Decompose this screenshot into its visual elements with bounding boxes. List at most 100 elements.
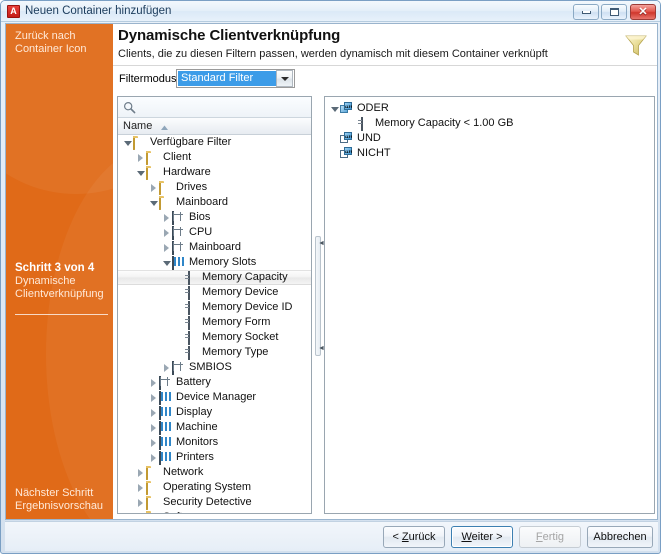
expander-expanded-icon[interactable] bbox=[161, 255, 172, 271]
tree-node[interactable]: Memory Capacity < 1.00 GB bbox=[325, 116, 654, 131]
expander-collapsed-icon[interactable] bbox=[135, 510, 146, 513]
logic-not-icon bbox=[340, 147, 354, 160]
sidebar-next-step: Nächster Schritt Ergebnisvorschau bbox=[15, 487, 110, 513]
tree-node[interactable]: Battery bbox=[118, 375, 311, 390]
tree-node[interactable]: Monitors bbox=[118, 435, 311, 450]
tree-node[interactable]: Hardware bbox=[118, 165, 311, 180]
folder-icon bbox=[146, 151, 160, 165]
tree-node[interactable]: Memory Socket bbox=[118, 330, 311, 345]
tree-node[interactable]: Printers bbox=[118, 450, 311, 465]
tree-node-label: Monitors bbox=[176, 436, 219, 448]
tree-node[interactable]: Client bbox=[118, 150, 311, 165]
tree-node[interactable]: Machine bbox=[118, 420, 311, 435]
tree-node[interactable]: Bios bbox=[118, 210, 311, 225]
table-icon bbox=[172, 361, 186, 375]
tree-node[interactable]: Operating System bbox=[118, 480, 311, 495]
sidebar-back-link[interactable]: Zurück nach Container Icon bbox=[15, 30, 110, 56]
splitter-handle[interactable]: ◄ ◄ bbox=[315, 236, 325, 356]
filter-logic-tree[interactable]: ODER Memory Capacity < 1.00 GB UND NICHT bbox=[325, 97, 654, 513]
tree-node-label: Memory Slots bbox=[189, 256, 257, 268]
tree-node[interactable]: Memory Slots bbox=[118, 255, 311, 270]
tree-node[interactable]: Memory Device ID bbox=[118, 300, 311, 315]
expander-expanded-icon[interactable] bbox=[329, 101, 340, 117]
tree-node[interactable]: Mainboard bbox=[118, 195, 311, 210]
app-icon-a: A bbox=[7, 4, 20, 18]
funnel-icon bbox=[625, 35, 647, 56]
expander-expanded-icon[interactable] bbox=[122, 135, 133, 151]
next-button[interactable]: Weiter > bbox=[451, 526, 513, 548]
folder-icon bbox=[146, 166, 160, 180]
tree-node-label: Memory Capacity bbox=[202, 271, 288, 283]
tree-node-label: ODER bbox=[357, 102, 389, 114]
filter-search-input[interactable] bbox=[141, 100, 306, 115]
column-header-name[interactable]: Name bbox=[118, 118, 311, 135]
tree-node[interactable]: NICHT bbox=[325, 146, 654, 161]
tree-node[interactable]: Display bbox=[118, 405, 311, 420]
tree-node[interactable]: Drives bbox=[118, 180, 311, 195]
tree-node-label: SMBIOS bbox=[189, 361, 232, 373]
tree-node-label: Drives bbox=[176, 181, 208, 193]
close-icon: ✕ bbox=[638, 5, 648, 18]
tree-node[interactable]: Mainboard bbox=[118, 240, 311, 255]
selected-filters-panel: ODER Memory Capacity < 1.00 GB UND NICHT bbox=[324, 96, 655, 514]
tree-node[interactable]: Memory Form bbox=[118, 315, 311, 330]
tree-node[interactable]: Memory Type bbox=[118, 345, 311, 360]
tree-node-selected[interactable]: Memory Capacity bbox=[118, 270, 311, 285]
column-header-label: Name bbox=[123, 120, 153, 132]
filter-mode-row: Filtermodus: Standard Filter bbox=[113, 66, 657, 94]
sidebar-step-subtitle-line1: Dynamische bbox=[15, 275, 76, 287]
filter-search-box[interactable] bbox=[118, 97, 311, 118]
tree-node-label: UND bbox=[357, 132, 381, 144]
wizard-main-pane: Dynamische Clientverknüpfung Clients, di… bbox=[113, 24, 657, 519]
tree-node[interactable]: Device Manager bbox=[118, 390, 311, 405]
folder-icon bbox=[133, 136, 147, 150]
attribute-icon bbox=[358, 117, 372, 131]
tree-node[interactable]: Security Detective bbox=[118, 495, 311, 510]
page-header: Dynamische Clientverknüpfung Clients, di… bbox=[113, 24, 657, 66]
tree-node[interactable]: Verfügbare Filter bbox=[118, 135, 311, 150]
tree-node-label: Software bbox=[160, 511, 206, 513]
tree-node-label: Network bbox=[163, 466, 204, 478]
cancel-button[interactable]: Abbrechen bbox=[587, 526, 653, 548]
back-button[interactable]: < Zurück bbox=[383, 526, 445, 548]
tree-node[interactable]: Memory Device bbox=[118, 285, 311, 300]
maximize-button[interactable] bbox=[601, 4, 627, 20]
tree-node[interactable]: Software bbox=[118, 510, 311, 513]
sidebar-step-subtitle-line2: Clientverknüpfung bbox=[15, 288, 104, 300]
table-icon-active bbox=[159, 391, 173, 405]
sort-ascending-icon bbox=[161, 125, 168, 130]
filter-mode-label: Filtermodus: bbox=[119, 73, 180, 85]
table-icon-active bbox=[159, 406, 173, 420]
tree-node-label: Security Detective bbox=[163, 496, 252, 508]
tree-node-label: NICHT bbox=[357, 147, 391, 159]
folder-icon bbox=[159, 181, 173, 195]
expander-expanded-icon[interactable] bbox=[148, 195, 159, 211]
minimize-button[interactable] bbox=[573, 4, 599, 20]
expander-expanded-icon[interactable] bbox=[135, 165, 146, 181]
close-button[interactable]: ✕ bbox=[630, 4, 656, 20]
panel-splitter[interactable]: ◄ ◄ bbox=[313, 96, 325, 514]
attribute-icon bbox=[185, 271, 199, 285]
sidebar-next-step-line2: Ergebnisvorschau bbox=[15, 500, 104, 512]
attribute-icon bbox=[185, 346, 199, 360]
title-bar[interactable]: A Neuen Container hinzufügen ✕ bbox=[1, 1, 660, 22]
tree-node-label: Printers bbox=[176, 451, 214, 463]
tree-node[interactable]: ODER bbox=[325, 101, 654, 116]
tree-node-label: Hardware bbox=[163, 166, 211, 178]
tree-node[interactable]: CPU bbox=[118, 225, 311, 240]
dialog-window: A Neuen Container hinzufügen ✕ Zurück na… bbox=[0, 0, 661, 554]
available-filters-tree[interactable]: Verfügbare Filter Client Hardware Drives Mai… bbox=[118, 135, 311, 513]
table-icon-active bbox=[159, 436, 173, 450]
chevron-down-icon[interactable] bbox=[276, 70, 293, 87]
tree-node-label: Memory Form bbox=[202, 316, 271, 328]
filter-mode-select[interactable]: Standard Filter bbox=[176, 69, 295, 88]
sidebar-back-link-line1: Zurück nach bbox=[15, 30, 76, 42]
available-filters-panel: Name Verfügbare Filter Client Hardware Driv… bbox=[117, 96, 312, 514]
tree-node[interactable]: UND bbox=[325, 131, 654, 146]
tree-node-label: Bios bbox=[189, 211, 211, 223]
page-title: Dynamische Clientverknüpfung bbox=[118, 27, 341, 44]
tree-node[interactable]: SMBIOS bbox=[118, 360, 311, 375]
minimize-icon bbox=[581, 10, 591, 14]
tree-node[interactable]: Network bbox=[118, 465, 311, 480]
attribute-icon bbox=[185, 316, 199, 330]
